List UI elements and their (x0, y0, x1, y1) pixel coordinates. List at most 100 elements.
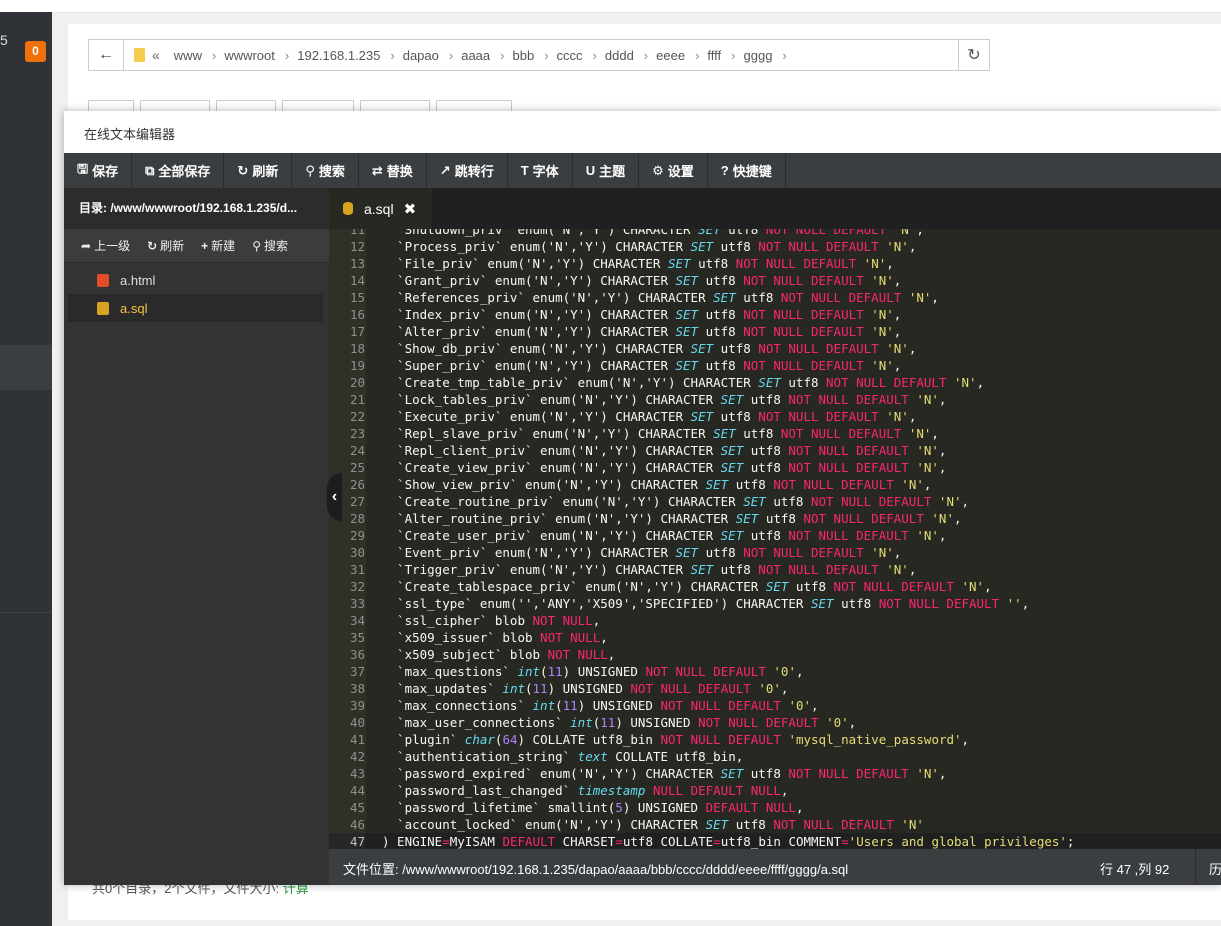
status-divider (1195, 849, 1196, 885)
code-text: `Index_priv` enum('N','Y') CHARACTER SET… (382, 307, 902, 322)
line-number: 41 (349, 732, 365, 747)
sidebar-actions: ➦ 上一级 ↻ 刷新 + 新建 ⚲ 搜索 (64, 229, 329, 263)
toolbar-button-label: 跳转行 (454, 164, 494, 179)
code-line: 32 `Create_tablespace_priv` enum('N','Y'… (329, 578, 1221, 595)
line-number: 32 (349, 579, 365, 594)
sidebar-action-label: 刷新 (160, 239, 185, 253)
line-number: 39 (349, 698, 365, 713)
breadcrumb-item[interactable]: gggg › (736, 40, 787, 70)
code-text: `Alter_routine_priv` enum('N','Y') CHARA… (382, 511, 962, 526)
breadcrumb-item[interactable]: ffff › (699, 40, 735, 70)
line-number: 13 (349, 256, 365, 271)
theme-icon: U (585, 163, 596, 178)
code-text: `account_locked` enum('N','Y') CHARACTER… (382, 817, 924, 832)
code-text: `Create_tmp_table_priv` enum('N','Y') CH… (382, 375, 985, 390)
line-number: 11 (349, 229, 365, 237)
double-chevron-left-icon[interactable]: « (152, 47, 160, 63)
back-arrow-icon[interactable]: ← (89, 40, 124, 70)
breadcrumb-item[interactable]: www › (166, 40, 217, 70)
nav-item-highlight[interactable] (0, 345, 52, 390)
code-line: 23 `Repl_slave_priv` enum('N','Y') CHARA… (329, 425, 1221, 442)
code-line: 37 `max_questions` int(11) UNSIGNED NOT … (329, 663, 1221, 680)
breadcrumb-item[interactable]: wwwroot › (216, 40, 289, 70)
code-text: `Create_view_priv` enum('N','Y') CHARACT… (382, 460, 947, 475)
code-text: `Lock_tables_priv` enum('N','Y') CHARACT… (382, 392, 947, 407)
sidebar-action[interactable]: + 新建 (201, 237, 235, 254)
close-icon[interactable]: ✖ (404, 200, 417, 218)
code-text: `password_last_changed` timestamp NULL D… (382, 783, 789, 798)
line-number: 16 (349, 307, 365, 322)
toolbar-button[interactable]: ↗ 跳转行 (427, 153, 508, 188)
sidebar-action[interactable]: ➦ 上一级 (81, 237, 130, 254)
code-text: `authentication_string` text COLLATE utf… (382, 749, 744, 764)
file-sidebar: 目录: /www/wwwroot/192.168.1.235/d... ➦ 上一级… (64, 188, 329, 885)
line-number: 43 (349, 766, 365, 781)
refresh-icon: ↻ (147, 238, 158, 253)
status-bar: 文件位置: /www/wwwroot/192.168.1.235/dapao/a… (329, 849, 1221, 885)
nav-divider (0, 612, 52, 613)
toolbar-button[interactable]: ⚲ 搜索 (292, 153, 359, 188)
breadcrumb-label: cccc (556, 47, 583, 63)
code-text: `Create_tablespace_priv` enum('N','Y') C… (382, 579, 992, 594)
code-line: 41 `plugin` char(64) COLLATE utf8_bin NO… (329, 731, 1221, 748)
toolbar-button-label: 搜索 (318, 164, 345, 179)
code-line: 45 `password_lifetime` smallint(5) UNSIG… (329, 799, 1221, 816)
toolbar-button[interactable]: ⇄ 替换 (359, 153, 427, 188)
sidebar-action[interactable]: ⚲ 搜索 (252, 237, 288, 254)
notification-badge[interactable]: 0 (25, 41, 46, 62)
toolbar-button[interactable]: ↻ 刷新 (224, 153, 293, 188)
collapse-sidebar-chevron-icon[interactable]: ‹ (327, 473, 342, 521)
line-number: 21 (349, 392, 365, 407)
line-number: 19 (349, 358, 365, 373)
code-line: 11 `Shutdown_priv` enum('N','Y') CHARACT… (329, 229, 1221, 238)
toolbar-button[interactable]: T 字体 (508, 153, 573, 188)
code-text: `Show_view_priv` enum('N','Y') CHARACTER… (382, 477, 932, 492)
file-item[interactable]: a.html (64, 266, 329, 294)
code-text: `ssl_type` enum('','ANY','X509','SPECIFI… (382, 596, 1030, 611)
breadcrumb-item[interactable]: 192.168.1.235 › (289, 40, 394, 70)
code-text: `max_user_connections` int(11) UNSIGNED … (382, 715, 857, 730)
breadcrumb-item[interactable]: bbb › (504, 40, 548, 70)
breadcrumb-item[interactable]: dddd › (597, 40, 648, 70)
line-number: 22 (349, 409, 365, 424)
toolbar-button[interactable]: U 主题 (573, 153, 640, 188)
nav-number: 5 (0, 32, 8, 48)
breadcrumb-label: bbb (512, 47, 535, 63)
code-text: `Shutdown_priv` enum('N','Y') CHARACTER … (382, 229, 924, 237)
code-text: `Event_priv` enum('N','Y') CHARACTER SET… (382, 545, 902, 560)
line-number: 46 (349, 817, 365, 832)
breadcrumb-item[interactable]: aaaa › (453, 40, 504, 70)
sidebar-action[interactable]: ↻ 刷新 (147, 237, 184, 254)
code-line: 20 `Create_tmp_table_priv` enum('N','Y')… (329, 374, 1221, 391)
file-item[interactable]: a.sql (68, 294, 323, 322)
code-line: 15 `References_priv` enum('N','Y') CHARA… (329, 289, 1221, 306)
breadcrumb-label: dapao (402, 47, 439, 63)
top-strip (0, 0, 1221, 13)
help-icon: ? (720, 163, 729, 178)
breadcrumb-item[interactable]: cccc › (549, 40, 597, 70)
html5-icon (97, 273, 109, 287)
code-editor[interactable]: 11 `Shutdown_priv` enum('N','Y') CHARACT… (329, 229, 1221, 849)
tab-a-sql[interactable]: a.sql ✖ (329, 188, 432, 229)
toolbar-button[interactable]: 🖫 保存 (64, 153, 133, 188)
code-text: `password_expired` enum('N','Y') CHARACT… (382, 766, 947, 781)
line-number: 23 (349, 426, 365, 441)
toolbar-button[interactable]: ⚙ 设置 (639, 153, 708, 188)
sidebar-action-label: 搜索 (263, 239, 288, 253)
breadcrumb-item[interactable]: eeee › (648, 40, 699, 70)
breadcrumb-item[interactable]: dapao › (395, 40, 454, 70)
toolbar-button[interactable]: ? 快捷键 (708, 153, 786, 188)
toolbar-button[interactable]: ⧉ 全部保存 (132, 153, 225, 188)
refresh-icon[interactable]: ↻ (958, 40, 989, 70)
font-icon: T (520, 163, 529, 178)
breadcrumb-label: wwwroot (224, 47, 275, 63)
code-text: `Repl_slave_priv` enum('N','Y') CHARACTE… (382, 426, 939, 441)
history-label[interactable]: 历 (1209, 859, 1221, 878)
code-text: `x509_issuer` blob NOT NULL, (382, 630, 608, 645)
code-line: 35 `x509_issuer` blob NOT NULL, (329, 629, 1221, 646)
code-line: 38 `max_updates` int(11) UNSIGNED NOT NU… (329, 680, 1221, 697)
line-number: 15 (349, 290, 365, 305)
directory-label: 目录: /www/wwwroot/192.168.1.235/d... (64, 188, 329, 229)
file-location: 文件位置: /www/wwwroot/192.168.1.235/dapao/a… (343, 862, 849, 877)
code-line: 22 `Execute_priv` enum('N','Y') CHARACTE… (329, 408, 1221, 425)
